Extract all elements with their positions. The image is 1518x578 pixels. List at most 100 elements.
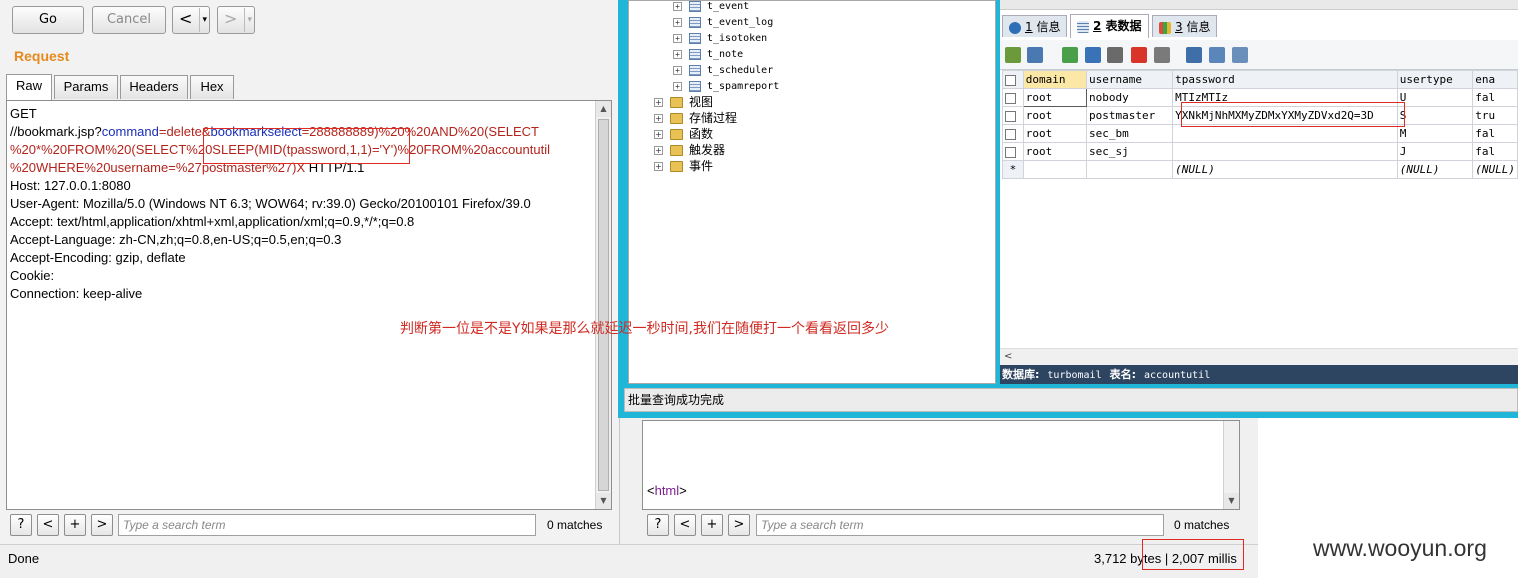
- expand-icon[interactable]: +: [673, 49, 682, 59]
- cell[interactable]: (NULL): [1472, 160, 1518, 179]
- tab-table-data[interactable]: 2 表数据: [1070, 14, 1149, 38]
- cell[interactable]: [1085, 160, 1174, 179]
- cell[interactable]: sec_sj: [1085, 142, 1174, 161]
- cell[interactable]: [1172, 124, 1398, 143]
- cell[interactable]: fal: [1472, 88, 1518, 107]
- row-checkbox[interactable]: [1002, 88, 1024, 107]
- tree-folder-functions[interactable]: + 函数: [654, 127, 713, 141]
- go-button[interactable]: Go: [12, 6, 84, 34]
- response-editor[interactable]: <html> ▼: [642, 420, 1240, 510]
- cell[interactable]: (NULL): [1396, 160, 1474, 179]
- cell[interactable]: fal: [1472, 142, 1518, 161]
- form-view-icon[interactable]: [1209, 47, 1225, 63]
- table-row[interactable]: root nobody MTIzMTIz U fal: [1002, 88, 1518, 107]
- delete-icon[interactable]: [1131, 47, 1147, 63]
- cell[interactable]: M: [1396, 124, 1474, 143]
- column-header[interactable]: domain: [1022, 70, 1087, 89]
- cell[interactable]: postmaster: [1085, 106, 1174, 125]
- response-scrollbar[interactable]: ▼: [1223, 421, 1239, 509]
- scroll-down-icon[interactable]: ▼: [1224, 493, 1239, 509]
- table-row[interactable]: root sec_sj J fal: [1002, 142, 1518, 161]
- next-match-button[interactable]: >: [91, 514, 113, 536]
- row-checkbox[interactable]: [1002, 124, 1024, 143]
- cell[interactable]: root: [1022, 106, 1087, 125]
- expand-icon[interactable]: +: [654, 114, 663, 123]
- expand-icon[interactable]: +: [673, 1, 682, 11]
- new-row[interactable]: * (NULL) (NULL) (NULL): [1002, 160, 1518, 179]
- cell[interactable]: (NULL): [1172, 160, 1398, 179]
- column-header[interactable]: ena: [1472, 70, 1518, 89]
- prev-match-button[interactable]: <: [37, 514, 59, 536]
- cell[interactable]: YXNkMjNhMXMyZDMxYXMyZDVxd2Q=3D: [1172, 106, 1398, 125]
- cell[interactable]: [1172, 142, 1398, 161]
- grid-scrollbar[interactable]: <: [1000, 348, 1518, 365]
- grid-view-icon[interactable]: [1186, 47, 1202, 63]
- cell[interactable]: fal: [1472, 124, 1518, 143]
- data-grid[interactable]: domain username tpassword usertype ena r…: [1002, 70, 1518, 179]
- tab-hex[interactable]: Hex: [190, 75, 234, 99]
- tab-info[interactable]: 1 信息: [1002, 15, 1068, 37]
- cancel-button[interactable]: Cancel: [92, 6, 166, 34]
- refresh-icon[interactable]: [1085, 47, 1101, 63]
- add-button[interactable]: +: [64, 514, 86, 536]
- back-button[interactable]: < ▾: [172, 6, 210, 34]
- tab-params[interactable]: Params: [54, 75, 118, 99]
- request-editor[interactable]: GET //bookmark.jsp?command=delete&bookma…: [6, 100, 612, 510]
- cell[interactable]: root: [1022, 88, 1087, 107]
- filter-icon[interactable]: [1027, 47, 1043, 63]
- scroll-down-icon[interactable]: ▼: [596, 493, 611, 509]
- tree-folder-views[interactable]: + 视图: [654, 95, 713, 109]
- table-row[interactable]: root sec_bm M fal: [1002, 124, 1518, 143]
- search-input[interactable]: Type a search term: [118, 514, 536, 536]
- tree-item-table[interactable]: + t_event: [673, 0, 749, 14]
- tree-item-table[interactable]: + t_scheduler: [673, 64, 773, 78]
- expand-icon[interactable]: +: [654, 146, 663, 155]
- tree-item-table[interactable]: + t_isotoken: [673, 32, 767, 46]
- forward-dropdown-icon[interactable]: ▾: [244, 8, 252, 32]
- next-match-button[interactable]: >: [728, 514, 750, 536]
- select-all-checkbox[interactable]: [1002, 70, 1024, 89]
- expand-icon[interactable]: +: [673, 65, 682, 75]
- expand-icon[interactable]: +: [673, 33, 682, 43]
- expand-icon[interactable]: +: [673, 81, 682, 91]
- column-header[interactable]: tpassword: [1172, 70, 1398, 89]
- request-scrollbar[interactable]: ▲ ▼: [595, 101, 611, 509]
- back-dropdown-icon[interactable]: ▾: [199, 8, 207, 32]
- tab-headers[interactable]: Headers: [120, 75, 188, 99]
- tree-item-table[interactable]: + t_spamreport: [673, 80, 779, 94]
- cell[interactable]: sec_bm: [1085, 124, 1174, 143]
- add-record-icon[interactable]: [1005, 47, 1021, 63]
- cell[interactable]: U: [1396, 88, 1474, 107]
- request-text[interactable]: GET //bookmark.jsp?command=delete&bookma…: [10, 105, 595, 303]
- table-row[interactable]: root postmaster YXNkMjNhMXMyZDMxYXMyZDVx…: [1002, 106, 1518, 125]
- cell[interactable]: tru: [1472, 106, 1518, 125]
- tree-folder-triggers[interactable]: + 触发器: [654, 143, 725, 157]
- scroll-thumb[interactable]: [598, 119, 609, 491]
- cell[interactable]: S: [1396, 106, 1474, 125]
- cell[interactable]: J: [1396, 142, 1474, 161]
- tab-raw[interactable]: Raw: [6, 74, 52, 100]
- help-button[interactable]: ?: [10, 514, 32, 536]
- expand-icon[interactable]: +: [673, 17, 682, 27]
- text-view-icon[interactable]: [1232, 47, 1248, 63]
- cell[interactable]: root: [1022, 142, 1087, 161]
- help-button[interactable]: ?: [647, 514, 669, 536]
- row-checkbox[interactable]: [1002, 142, 1024, 161]
- new-row-icon[interactable]: [1062, 47, 1078, 63]
- cell[interactable]: nobody: [1085, 88, 1174, 107]
- forward-button[interactable]: > ▾: [217, 6, 255, 34]
- row-checkbox[interactable]: [1002, 106, 1024, 125]
- cell[interactable]: [1022, 160, 1087, 179]
- tab-info-3[interactable]: 3 信息: [1152, 15, 1218, 37]
- cell[interactable]: root: [1022, 124, 1087, 143]
- add-button[interactable]: +: [701, 514, 723, 536]
- tree-folder-procedures[interactable]: + 存储过程: [654, 111, 737, 125]
- scroll-left-icon[interactable]: <: [1004, 351, 1012, 362]
- stop-icon[interactable]: [1154, 47, 1170, 63]
- cell[interactable]: MTIzMTIz: [1172, 88, 1398, 107]
- scroll-up-icon[interactable]: ▲: [596, 101, 611, 117]
- search-input[interactable]: Type a search term: [756, 514, 1164, 536]
- save-icon[interactable]: [1107, 47, 1123, 63]
- expand-icon[interactable]: +: [654, 162, 663, 171]
- tree-folder-events[interactable]: + 事件: [654, 159, 713, 173]
